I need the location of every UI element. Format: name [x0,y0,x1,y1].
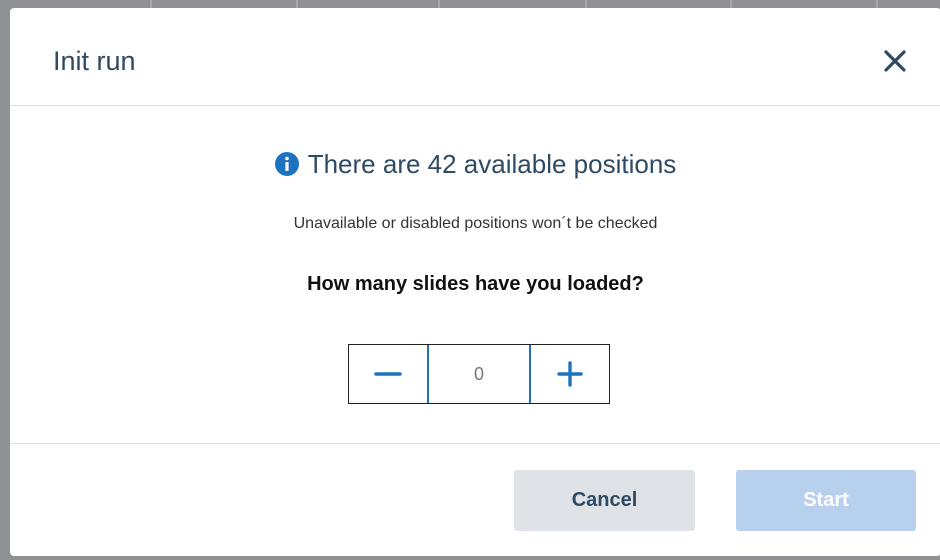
minus-icon [374,372,402,376]
dialog-title: Init run [53,46,136,76]
close-icon [884,50,906,72]
cancel-button[interactable]: Cancel [514,470,695,531]
plus-icon [557,361,583,387]
close-button[interactable] [881,47,909,75]
available-positions-text: There are 42 available positions [307,149,677,179]
start-button[interactable]: Start [736,470,916,531]
decrement-button[interactable] [349,345,427,403]
init-run-dialog: Init run There are 42 available position… [10,8,940,556]
info-icon [274,152,299,176]
dialog-header: Init run [10,8,940,106]
increment-button[interactable] [531,345,609,403]
slides-loaded-question: How many slides have you loaded? [307,273,644,295]
dialog-footer: Cancel Start [10,444,940,556]
unavailable-positions-note: Unavailable or disabled positions won´t … [293,215,658,232]
slides-quantity-stepper: 0 [348,344,610,404]
slides-count-input[interactable]: 0 [427,345,531,403]
dialog-body: There are 42 available positions Unavail… [10,106,940,444]
available-positions-message: There are 42 available positions [10,148,940,180]
